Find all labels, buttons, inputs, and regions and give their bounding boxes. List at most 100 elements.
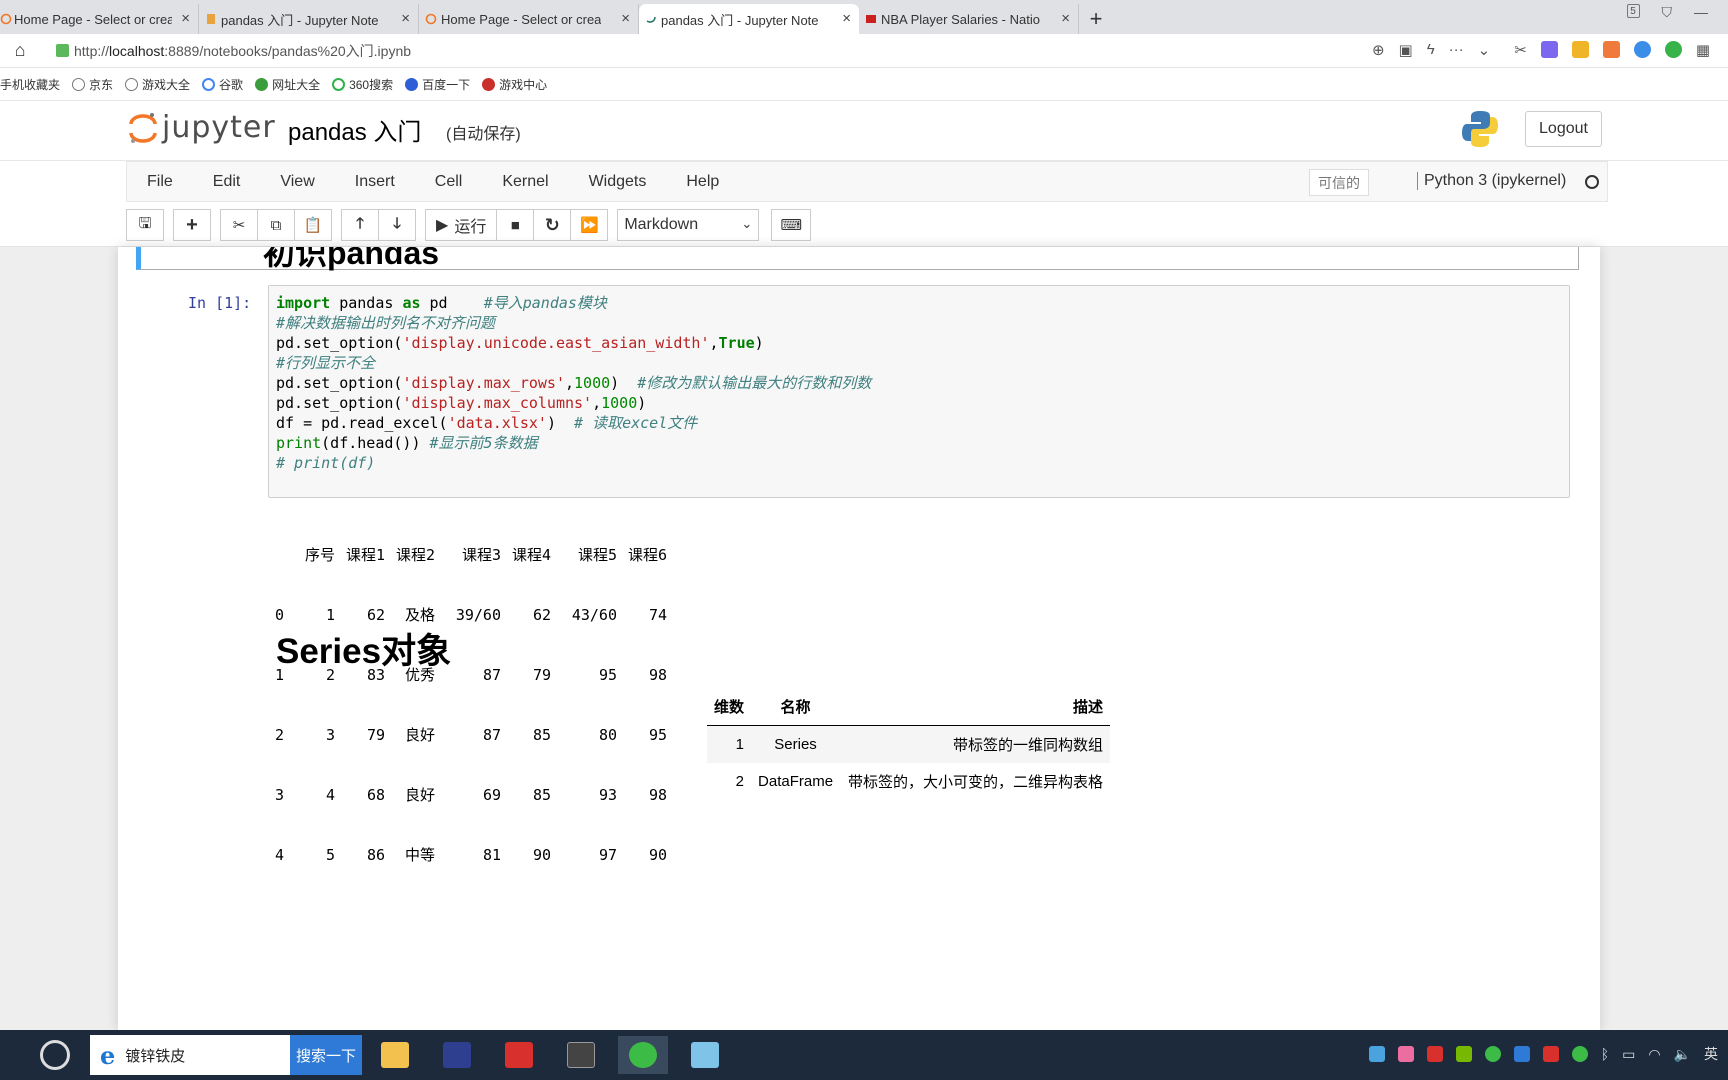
tray-plus-icon[interactable] bbox=[1571, 1046, 1588, 1062]
close-icon[interactable]: × bbox=[842, 10, 851, 27]
search-extension-icon[interactable] bbox=[1633, 41, 1651, 58]
volume-icon[interactable]: 🔈 bbox=[1674, 1046, 1691, 1063]
bookmark-item[interactable]: 游戏中心 bbox=[482, 76, 547, 93]
close-icon[interactable]: × bbox=[621, 10, 630, 27]
wps-icon bbox=[505, 1042, 533, 1068]
taskbar-app-cat[interactable] bbox=[432, 1036, 482, 1074]
code-cell-editor[interactable]: import pandas as pd #导入pandas模块 #解决数据输出时… bbox=[268, 285, 1570, 498]
secure-icon bbox=[56, 44, 69, 57]
lightning-icon[interactable]: ϟ bbox=[1427, 41, 1435, 59]
start-menu-icon[interactable] bbox=[40, 1040, 70, 1070]
insert-cell-button[interactable]: + bbox=[173, 209, 211, 241]
markdown-cell-selected[interactable]: 初识pandas bbox=[136, 247, 1579, 271]
bookmark-item[interactable]: 手机收藏夹 bbox=[0, 76, 60, 93]
save-button[interactable]: 🖫 bbox=[126, 209, 164, 241]
360-tray-icon[interactable] bbox=[1484, 1046, 1501, 1062]
bookmark-item[interactable]: 网址大全 bbox=[255, 76, 320, 93]
browser-tab[interactable]: NBA Player Salaries - Natio × bbox=[859, 4, 1079, 34]
tab-title: Home Page - Select or crea bbox=[441, 11, 602, 27]
taskbar-search-field[interactable]: e 镀锌铁皮 bbox=[90, 1035, 290, 1075]
restart-button[interactable]: ↻ bbox=[533, 209, 572, 241]
output-header-row: 序号 课程1 课程2 课程3 课程4 课程5 课程6 bbox=[304, 546, 667, 564]
input-language[interactable]: 英 bbox=[1704, 1044, 1718, 1064]
url-host: localhost bbox=[109, 42, 165, 59]
network-app-icon[interactable] bbox=[1513, 1046, 1530, 1062]
menu-kernel[interactable]: Kernel bbox=[482, 173, 568, 191]
bluetooth-icon[interactable]: ᛒ bbox=[1601, 1046, 1609, 1062]
browser-tab-bar: Home Page - Select or crea × pandas 入门 -… bbox=[0, 0, 1728, 34]
run-button[interactable]: ▶ 运行 bbox=[425, 209, 498, 241]
menu-file[interactable]: File bbox=[127, 173, 193, 191]
wifi-icon[interactable]: ◠ bbox=[1648, 1046, 1660, 1063]
browser-tab[interactable]: Home Page - Select or crea × bbox=[419, 4, 639, 34]
logout-button[interactable]: Logout bbox=[1525, 111, 1602, 147]
menu-edit[interactable]: Edit bbox=[193, 173, 261, 191]
menu-insert[interactable]: Insert bbox=[335, 173, 415, 191]
image-icon[interactable]: ▣ bbox=[1399, 41, 1413, 59]
apps-grid-icon[interactable]: ▦ bbox=[1696, 41, 1710, 59]
more-icon[interactable]: ··· bbox=[1449, 41, 1464, 59]
taskbar-app-picture[interactable] bbox=[680, 1036, 730, 1074]
360-browser-icon bbox=[629, 1042, 657, 1068]
tray-red-icon[interactable] bbox=[1542, 1046, 1559, 1062]
new-tab-button[interactable]: + bbox=[1079, 4, 1113, 34]
taskbar-app-browser[interactable] bbox=[618, 1036, 668, 1074]
bookmark-item[interactable]: 360搜索 bbox=[332, 76, 393, 93]
scissors-icon[interactable]: ✂ bbox=[1514, 41, 1527, 59]
url-field[interactable]: http://localhost:8889/notebooks/pandas%2… bbox=[40, 38, 411, 64]
close-icon[interactable]: × bbox=[181, 10, 190, 27]
wechat-extension-icon[interactable] bbox=[1664, 41, 1682, 58]
browser-tab[interactable]: pandas 入门 - Jupyter Note × bbox=[199, 4, 419, 34]
browser-tab[interactable]: Home Page - Select or crea × bbox=[0, 4, 199, 34]
game-extension-icon[interactable] bbox=[1602, 41, 1620, 58]
battery-icon[interactable]: ▭ bbox=[1622, 1046, 1635, 1063]
tab-count-badge[interactable]: 5 bbox=[1626, 4, 1640, 18]
menu-cell[interactable]: Cell bbox=[415, 173, 483, 191]
bilibili-icon[interactable] bbox=[1397, 1046, 1414, 1062]
copy-button[interactable]: ⧉ bbox=[257, 209, 295, 241]
taskbar-search-button[interactable]: 搜索一下 bbox=[290, 1035, 362, 1075]
trusted-indicator[interactable]: 可信的 bbox=[1309, 169, 1369, 196]
bookmark-item[interactable]: 谷歌 bbox=[202, 76, 243, 93]
tab-title: pandas 入门 - Jupyter Note bbox=[221, 12, 379, 28]
chevron-down-icon[interactable]: ⌄ bbox=[1478, 41, 1491, 59]
table-cell: 1 bbox=[707, 725, 752, 763]
cut-button[interactable]: ✂ bbox=[220, 209, 258, 241]
zoom-icon[interactable]: ⊕ bbox=[1372, 41, 1385, 59]
restart-run-all-button[interactable]: ⏩ bbox=[570, 209, 609, 241]
taskbar-app-wps[interactable] bbox=[494, 1036, 544, 1074]
refresh-icon: ↻ bbox=[544, 214, 560, 235]
interrupt-button[interactable]: ■ bbox=[496, 209, 535, 241]
command-palette-button[interactable]: ⌨ bbox=[771, 209, 812, 241]
menubar: File Edit View Insert Cell Kernel Widget… bbox=[126, 161, 1608, 202]
close-icon[interactable]: × bbox=[1061, 10, 1070, 27]
bookmark-item[interactable]: 京东 bbox=[72, 76, 113, 93]
paste-button[interactable]: 📋 bbox=[294, 209, 332, 241]
table-cell: Series bbox=[751, 725, 841, 763]
bookmark-item[interactable]: 百度一下 bbox=[405, 76, 470, 93]
cell-type-value: Markdown bbox=[624, 216, 699, 233]
kernel-name[interactable]: Python 3 (ipykernel) bbox=[1417, 172, 1566, 190]
close-icon[interactable]: × bbox=[401, 10, 410, 27]
translate-extension-icon[interactable] bbox=[1540, 41, 1558, 58]
shield-extension-icon[interactable] bbox=[1571, 41, 1589, 58]
tab-title: NBA Player Salaries - Natio bbox=[881, 11, 1040, 27]
menu-view[interactable]: View bbox=[260, 173, 334, 191]
home-icon[interactable]: ⌂ bbox=[0, 40, 40, 61]
bookmark-item[interactable]: 游戏大全 bbox=[125, 76, 190, 93]
shirt-icon[interactable]: ⛉ bbox=[1662, 4, 1673, 21]
taskbar-app-explorer[interactable] bbox=[370, 1036, 420, 1074]
jupyter-logo[interactable]: jupyter bbox=[128, 110, 276, 145]
wps-tray-icon[interactable] bbox=[1426, 1046, 1443, 1062]
move-up-button[interactable]: 🡑 bbox=[341, 209, 379, 241]
menu-help[interactable]: Help bbox=[666, 173, 739, 191]
browser-tab-active[interactable]: pandas 入门 - Jupyter Note × bbox=[639, 4, 859, 34]
nvidia-icon[interactable] bbox=[1455, 1046, 1472, 1062]
tray-app-icon[interactable] bbox=[1368, 1046, 1385, 1062]
cell-type-select[interactable]: Markdown ⌄ bbox=[617, 209, 760, 241]
move-down-button[interactable]: 🡓 bbox=[378, 209, 416, 241]
notebook-title[interactable]: pandas 入门 bbox=[288, 112, 421, 147]
minimize-icon[interactable]: — bbox=[1694, 4, 1708, 21]
menu-widgets[interactable]: Widgets bbox=[569, 173, 667, 191]
taskbar-app-terminal[interactable] bbox=[556, 1036, 606, 1074]
